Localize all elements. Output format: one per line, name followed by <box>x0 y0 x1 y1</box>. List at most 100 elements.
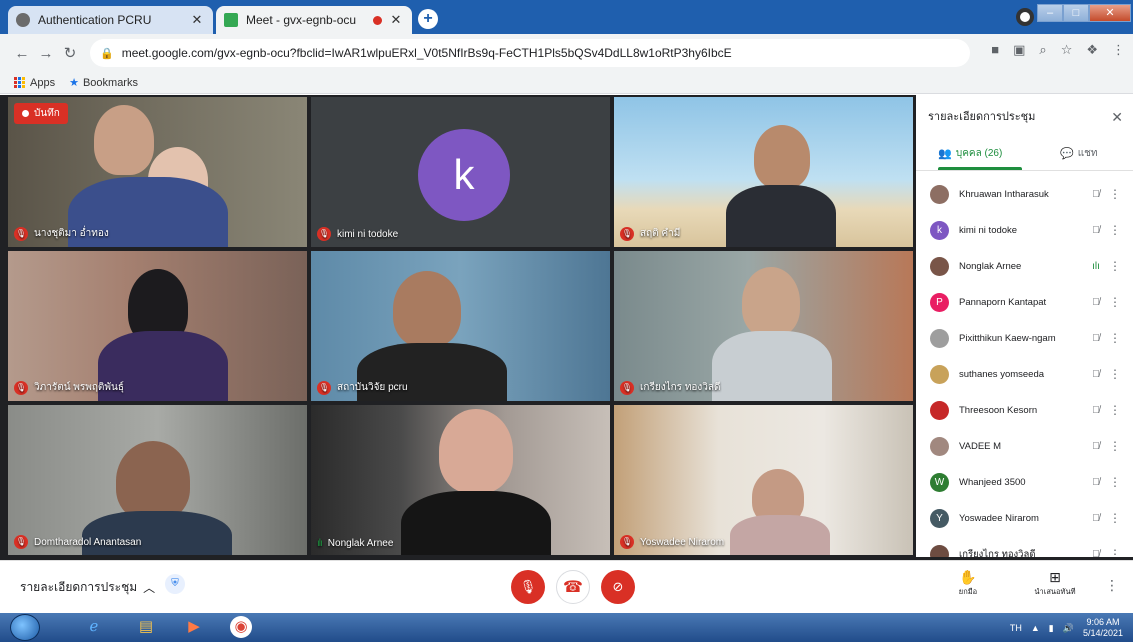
chrome-icon[interactable]: ◉ <box>230 616 252 638</box>
more-options-icon[interactable]: ⋮ <box>1107 403 1123 417</box>
camera-off-icon: ⊘ <box>612 579 624 594</box>
start-button[interactable] <box>10 614 40 641</box>
video-tile[interactable]: 🎙 Yoswadee Nirarom <box>614 405 913 555</box>
clock[interactable]: 9:06 AM 5/14/2021 <box>1083 617 1123 639</box>
more-options-icon[interactable]: ⋮ <box>1107 331 1123 345</box>
participant-row[interactable]: Nonglak Arnee ılı ⋮ <box>916 248 1133 284</box>
address-bar[interactable]: 🔒 meet.google.com/gvx-egnb-ocu?fbclid=Iw… <box>90 39 970 67</box>
tab-authentication[interactable]: Authentication PCRU ✕ <box>8 6 213 34</box>
more-options-icon[interactable]: ⋮ <box>1107 223 1123 237</box>
bookmarks-label: Bookmarks <box>82 77 138 89</box>
avatar: k <box>418 129 510 221</box>
tab-chat[interactable]: 💬 แชท <box>1025 137 1133 170</box>
explorer-icon[interactable]: ▤ <box>134 616 158 638</box>
new-tab-button[interactable]: + <box>418 9 438 29</box>
bookmark-star-icon[interactable]: ☆ <box>1061 42 1073 58</box>
video-tile[interactable]: ılı Nonglak Arnee <box>311 405 610 555</box>
video-tile[interactable]: k 🎙 kimi ni todoke <box>311 97 610 247</box>
camera-toggle-button[interactable]: ⊘ <box>601 570 635 604</box>
video-tile[interactable]: บันทึก 🎙 นางชุติมา อ่ำทอง <box>8 97 307 247</box>
back-icon[interactable]: ← <box>10 45 34 62</box>
mic-off-icon: 🎙̸ <box>1092 188 1100 200</box>
participant-row[interactable]: P Pannaporn Kantapat 🎙̸ ⋮ <box>916 284 1133 320</box>
apps-bookmark[interactable]: Apps <box>14 77 55 89</box>
camera-icon[interactable]: ■ <box>991 42 999 58</box>
browser-toolbar: ← → ↻ 🔒 meet.google.com/gvx-egnb-ocu?fbc… <box>0 34 1133 72</box>
avatar <box>930 400 949 420</box>
media-player-icon[interactable]: ▶ <box>182 616 206 638</box>
avatar <box>930 436 949 456</box>
more-options-icon[interactable]: ⋮ <box>1107 187 1123 201</box>
menu-icon[interactable]: ⋮ <box>1112 42 1125 58</box>
video-tile[interactable]: 🎙 วิภารัตน์ พรพฤติพันธุ์ <box>8 251 307 401</box>
mic-toggle-button[interactable]: 🎙 <box>511 570 545 604</box>
present-icon: ⊞ <box>1049 569 1061 585</box>
more-options-icon[interactable]: ⋮ <box>1107 259 1123 273</box>
leave-call-button[interactable]: ☎ <box>556 570 590 604</box>
maximize-button[interactable]: □ <box>1063 4 1089 22</box>
video-tile[interactable]: 🎙 เกรียงไกร ทองวิลดี <box>614 251 913 401</box>
video-tile[interactable]: 🎙 สฤติ คำมี <box>614 97 913 247</box>
meet-icon <box>224 13 238 27</box>
mic-off-icon: 🎙̸ <box>1092 368 1100 380</box>
hand-icon: ✋ <box>959 569 977 585</box>
more-options-icon[interactable]: ⋮ <box>1107 367 1123 381</box>
raise-hand-button[interactable]: ✋ ยกมือ <box>938 569 998 598</box>
close-icon[interactable]: ✕ <box>189 12 205 28</box>
tab-people[interactable]: 👥 บุคคล (26) <box>916 137 1025 170</box>
participant-name: เกรียงไกร ทองวิลดี <box>959 548 1036 558</box>
participant-row[interactable]: W Whanjeed 3500 🎙̸ ⋮ <box>916 464 1133 500</box>
speaking-icon: ılı <box>317 538 323 549</box>
reload-icon[interactable]: ↻ <box>58 44 82 62</box>
tab-meet[interactable]: Meet - gvx-egnb-ocu ✕ <box>216 6 412 34</box>
meeting-details-button[interactable]: รายละเอียดการประชุม ︿ <box>20 578 155 597</box>
more-options-icon[interactable]: ⋮ <box>1107 439 1123 453</box>
participant-name: Khruawan Intharasuk <box>959 188 1049 200</box>
present-now-button[interactable]: ⊞ นำเสนอทันที <box>1025 569 1085 598</box>
tile-name: 🎙 Yoswadee Nirarom <box>620 535 725 549</box>
avatar: k <box>930 220 949 240</box>
more-options-icon[interactable]: ⋮ <box>1107 475 1123 489</box>
more-options-icon[interactable]: ⋮ <box>1105 577 1119 594</box>
close-icon[interactable]: ✕ <box>1111 109 1123 126</box>
panel-tabs: 👥 บุคคล (26) 💬 แชท <box>916 137 1133 171</box>
more-options-icon[interactable]: ⋮ <box>1107 295 1123 309</box>
bookmarks-bookmark[interactable]: ★ Bookmarks <box>69 76 138 89</box>
participant-row[interactable]: Threesoon Kesorn 🎙̸ ⋮ <box>916 392 1133 428</box>
window-controls: – □ ✕ <box>1037 4 1131 22</box>
recording-label: บันทึก <box>34 108 60 119</box>
participant-row[interactable]: suthanes yomseeda 🎙̸ ⋮ <box>916 356 1133 392</box>
profile-icon[interactable] <box>1016 8 1034 26</box>
participant-row[interactable]: Khruawan Intharasuk 🎙̸ ⋮ <box>916 176 1133 212</box>
tile-name: 🎙 kimi ni todoke <box>317 227 399 241</box>
participant-row[interactable]: k kimi ni todoke 🎙̸ ⋮ <box>916 212 1133 248</box>
translate-icon[interactable]: ▣ <box>1013 42 1025 58</box>
participant-row[interactable]: เกรียงไกร ทองวิลดี 🎙̸ ⋮ <box>916 536 1133 557</box>
language-indicator[interactable]: TH <box>1010 623 1022 633</box>
video-tile[interactable]: 🎙 Domtharadol Anantasan <box>8 405 307 555</box>
close-window-button[interactable]: ✕ <box>1089 4 1131 22</box>
meeting-details-panel: รายละเอียดการประชุม ✕ 👥 บุคคล (26) 💬 แชท K… <box>916 95 1133 557</box>
avatar <box>930 328 949 348</box>
mic-off-icon: 🎙 <box>620 535 634 549</box>
more-options-icon[interactable]: ⋮ <box>1107 547 1123 557</box>
close-icon[interactable]: ✕ <box>388 12 404 28</box>
meeting-details-label: รายละเอียดการประชุม <box>20 580 138 594</box>
video-tile[interactable]: 🎙 สถาบันวิจัย pcru <box>311 251 610 401</box>
forward-icon[interactable]: → <box>34 45 58 62</box>
tray-expand-icon[interactable]: ▲ <box>1031 623 1040 633</box>
more-options-icon[interactable]: ⋮ <box>1107 511 1123 525</box>
network-icon[interactable]: ▮ <box>1049 623 1054 634</box>
present-now-label: นำเสนอทันที <box>1034 587 1076 596</box>
volume-icon[interactable]: 🔊 <box>1063 623 1074 634</box>
participant-row[interactable]: Pixitthikun Kaew-ngam 🎙̸ ⋮ <box>916 320 1133 356</box>
ie-icon[interactable]: ℯ <box>82 616 106 638</box>
participant-row[interactable]: Y Yoswadee Nirarom 🎙̸ ⋮ <box>916 500 1133 536</box>
avatar: W <box>930 472 949 492</box>
shield-icon[interactable]: ⛨ <box>165 574 185 594</box>
extension-icon[interactable]: ❖ <box>1086 42 1098 58</box>
participant-row[interactable]: VADEE M 🎙̸ ⋮ <box>916 428 1133 464</box>
minimize-button[interactable]: – <box>1037 4 1063 22</box>
zoom-icon[interactable]: ⌕ <box>1039 42 1046 58</box>
browser-tab-strip: Authentication PCRU ✕ Meet - gvx-egnb-oc… <box>0 0 1133 34</box>
